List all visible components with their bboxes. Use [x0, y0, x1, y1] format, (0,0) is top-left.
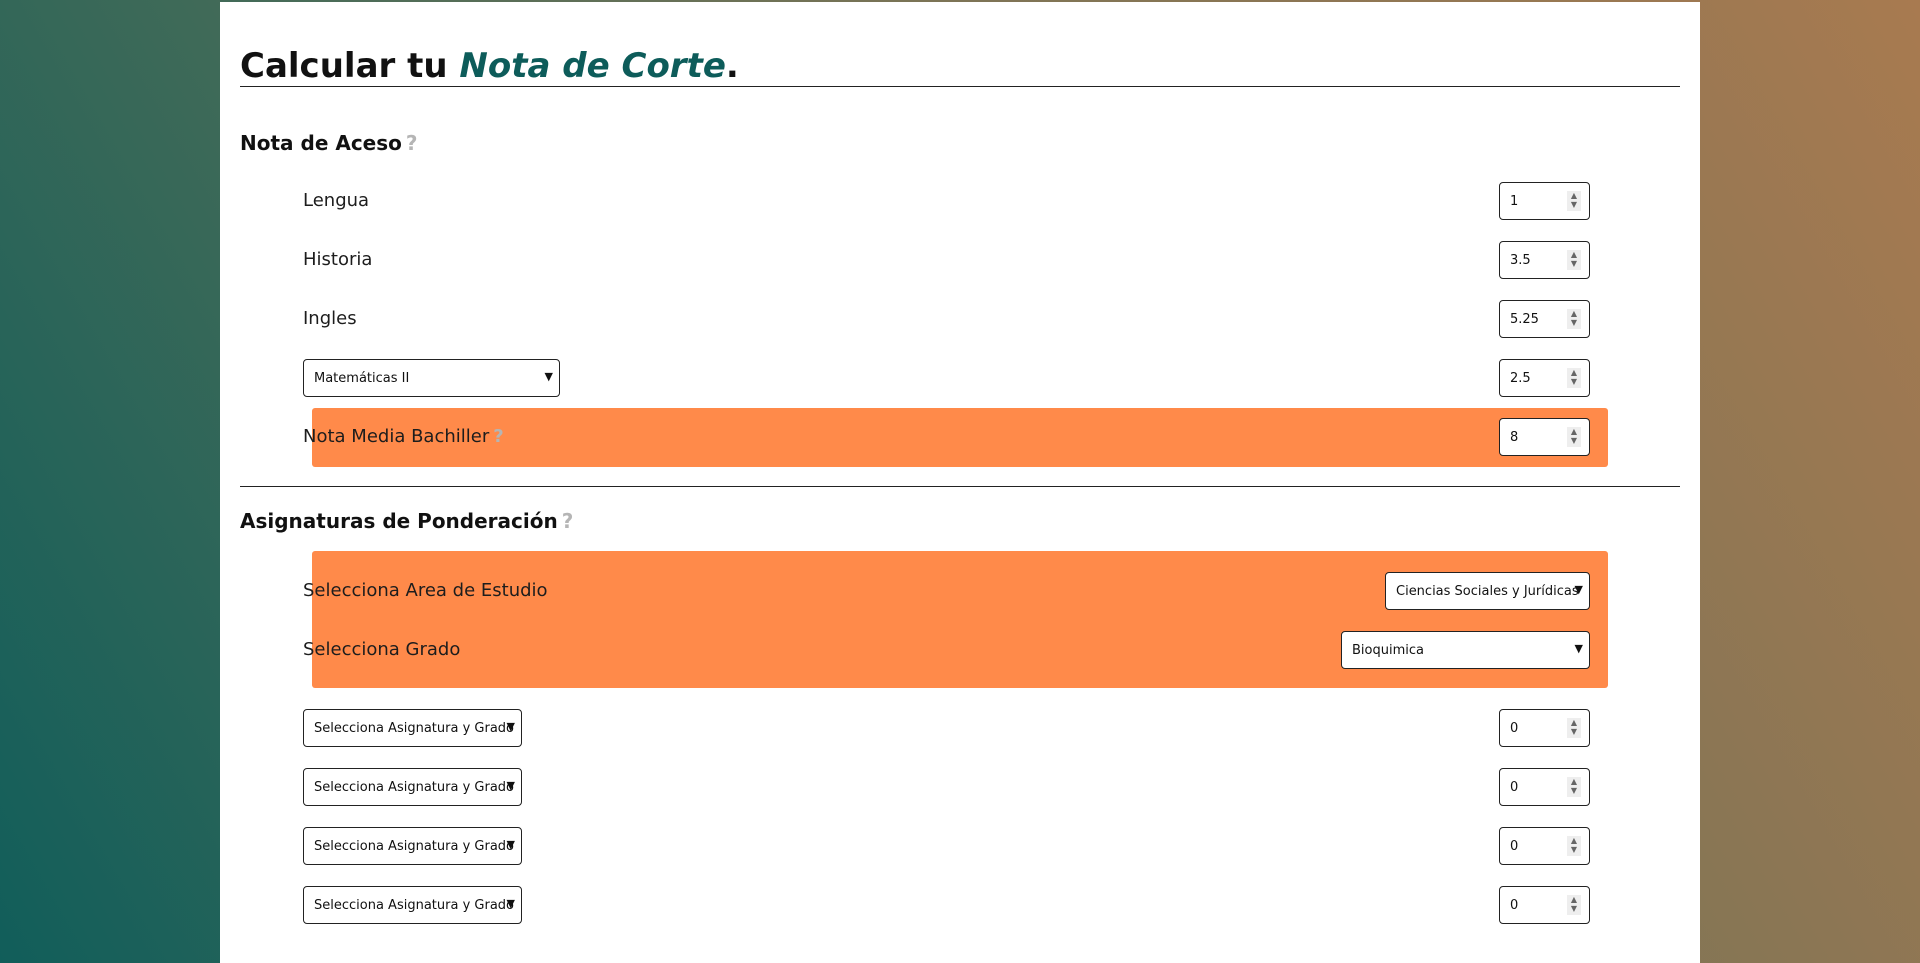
spinner-icon[interactable]: ▲ ▼: [1567, 777, 1581, 797]
grade-input[interactable]: 0 ▲ ▼: [1499, 886, 1590, 924]
subject-row-lengua: Lengua 1 ▲ ▼: [303, 177, 1600, 225]
select-value: Bioquimica: [1352, 643, 1424, 658]
chevron-down-icon: ▼: [506, 779, 515, 792]
subject-label: Lengua: [303, 190, 370, 211]
select-value: Selecciona Asignatura y Grado: [314, 721, 514, 736]
spinner-icon[interactable]: ▲ ▼: [1567, 895, 1581, 915]
spinner-icon[interactable]: ▲ ▼: [1567, 427, 1581, 447]
spinner-icon[interactable]: ▲ ▼: [1567, 191, 1581, 211]
acceso-heading: Nota de Aceso: [240, 131, 402, 155]
help-icon[interactable]: ?: [406, 131, 418, 155]
grade-input[interactable]: 2.5 ▲ ▼: [1499, 359, 1590, 397]
select-value: Ciencias Sociales y Jurídicas: [1396, 584, 1579, 599]
grade-input[interactable]: 3.5 ▲ ▼: [1499, 241, 1590, 279]
grade-input-value: 0: [1510, 721, 1519, 736]
title-suffix: .: [725, 46, 739, 86]
grado-row: Selecciona Grado Bioquimica ▼: [303, 626, 1600, 674]
grade-input-value: 0: [1510, 839, 1519, 854]
grade-input[interactable]: 0 ▲ ▼: [1499, 768, 1590, 806]
ponderacion-row: Selecciona Asignatura y Grado ▼ 0 ▲ ▼: [303, 704, 1600, 752]
subject-label: Historia: [303, 249, 373, 270]
title-divider: [240, 86, 1680, 87]
select-value: Matemáticas II: [314, 371, 410, 386]
grado-label: Selecciona Grado: [303, 639, 461, 660]
area-label: Selecciona Area de Estudio: [303, 580, 548, 601]
grade-input-value: 5.25: [1510, 312, 1539, 327]
subject-label: Ingles: [303, 308, 357, 329]
media-bachiller-row: Nota Media Bachiller? 8 ▲ ▼: [303, 413, 1600, 461]
grade-input[interactable]: 1 ▲ ▼: [1499, 182, 1590, 220]
media-input[interactable]: 8 ▲ ▼: [1499, 418, 1590, 456]
spinner-icon[interactable]: ▲ ▼: [1567, 250, 1581, 270]
asignatura-select[interactable]: Selecciona Asignatura y Grado ▼: [303, 768, 522, 806]
media-label: Nota Media Bachiller?: [303, 426, 504, 447]
asignatura-select[interactable]: Selecciona Asignatura y Grado ▼: [303, 709, 522, 747]
select-value: Selecciona Asignatura y Grado: [314, 839, 514, 854]
area-select[interactable]: Ciencias Sociales y Jurídicas ▼: [1385, 572, 1590, 610]
subject-row-optional: Matemáticas II ▼ 2.5 ▲ ▼: [303, 354, 1600, 402]
grade-input-value: 3.5: [1510, 253, 1531, 268]
spinner-icon[interactable]: ▲ ▼: [1567, 836, 1581, 856]
grade-input[interactable]: 5.25 ▲ ▼: [1499, 300, 1590, 338]
grade-input-value: 0: [1510, 780, 1519, 795]
section-divider: [240, 486, 1680, 487]
select-value: Selecciona Asignatura y Grado: [314, 898, 514, 913]
grade-input-value: 1: [1510, 194, 1519, 209]
chevron-down-icon: ▼: [506, 897, 515, 910]
help-icon[interactable]: ?: [493, 426, 503, 447]
calculator-card: Calcular tu Nota de Corte. Nota de Aceso…: [220, 2, 1700, 963]
title-prefix: Calcular tu: [240, 46, 460, 86]
chevron-down-icon: ▼: [506, 720, 515, 733]
help-icon[interactable]: ?: [562, 509, 574, 533]
title-highlight: Nota de Corte: [459, 46, 726, 86]
grade-input-value: 8: [1510, 430, 1519, 445]
asignatura-select[interactable]: Selecciona Asignatura y Grado ▼: [303, 886, 522, 924]
ponderacion-row: Selecciona Asignatura y Grado ▼ 0 ▲ ▼: [303, 763, 1600, 811]
chevron-down-icon: ▼: [1574, 583, 1583, 596]
chevron-down-icon: ▼: [1574, 642, 1583, 655]
ponderacion-heading: Asignaturas de Ponderación: [240, 509, 558, 533]
chevron-down-icon: ▼: [544, 370, 553, 383]
grade-input[interactable]: 0 ▲ ▼: [1499, 709, 1590, 747]
spinner-icon[interactable]: ▲ ▼: [1567, 368, 1581, 388]
section-heading-ponderacion: Asignaturas de Ponderación?: [240, 509, 573, 533]
page-title: Calcular tu Nota de Corte.: [240, 46, 739, 86]
select-value: Selecciona Asignatura y Grado: [314, 780, 514, 795]
spinner-icon[interactable]: ▲ ▼: [1567, 309, 1581, 329]
area-row: Selecciona Area de Estudio Ciencias Soci…: [303, 567, 1600, 615]
grado-select[interactable]: Bioquimica ▼: [1341, 631, 1590, 669]
ponderacion-row: Selecciona Asignatura y Grado ▼ 0 ▲ ▼: [303, 881, 1600, 929]
subject-row-historia: Historia 3.5 ▲ ▼: [303, 236, 1600, 284]
grade-input[interactable]: 0 ▲ ▼: [1499, 827, 1590, 865]
ponderacion-row: Selecciona Asignatura y Grado ▼ 0 ▲ ▼: [303, 822, 1600, 870]
section-heading-acceso: Nota de Aceso?: [240, 131, 418, 155]
grade-input-value: 0: [1510, 898, 1519, 913]
grade-input-value: 2.5: [1510, 371, 1531, 386]
optional-subject-select[interactable]: Matemáticas II ▼: [303, 359, 560, 397]
spinner-icon[interactable]: ▲ ▼: [1567, 718, 1581, 738]
asignatura-select[interactable]: Selecciona Asignatura y Grado ▼: [303, 827, 522, 865]
subject-row-ingles: Ingles 5.25 ▲ ▼: [303, 295, 1600, 343]
chevron-down-icon: ▼: [506, 838, 515, 851]
